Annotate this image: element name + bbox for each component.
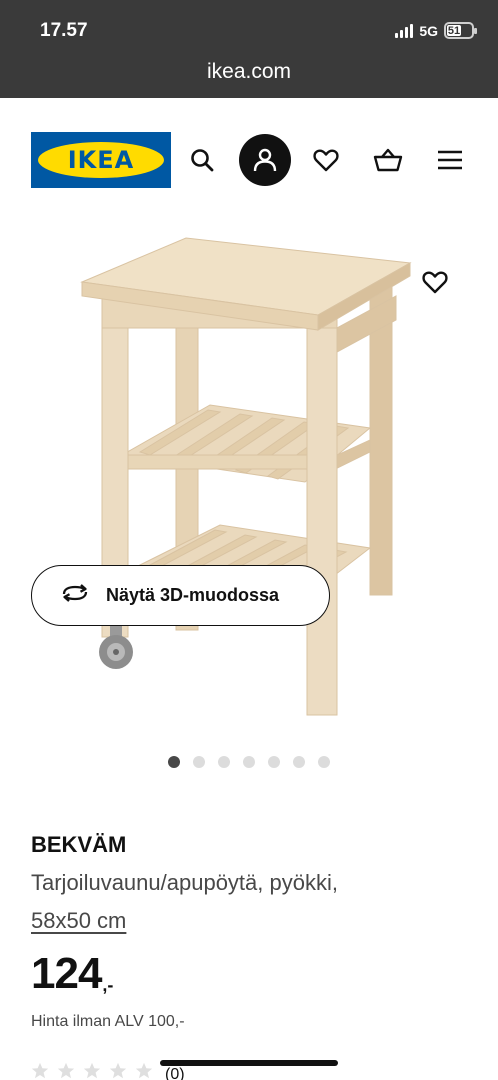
- price-integer: 124: [31, 949, 102, 998]
- star-icon: [57, 1062, 75, 1079]
- price-without-vat: Hinta ilman ALV 100,-: [31, 1013, 185, 1030]
- rotate-3d-icon: [60, 582, 90, 609]
- product-description: Tarjoiluvaunu/apupöytä, pyökki,: [31, 870, 338, 895]
- carousel-dot[interactable]: [243, 756, 255, 768]
- status-bar: 17.57 5G 51 ikea.com: [0, 0, 498, 98]
- product-size-link[interactable]: 58x50 cm: [31, 908, 126, 934]
- star-icon: [31, 1062, 49, 1079]
- carousel-dot[interactable]: [293, 756, 305, 768]
- price-decimal: ,-: [102, 975, 114, 995]
- product-price: 124 ,-: [31, 950, 113, 998]
- status-icons: 5G 51: [395, 22, 477, 39]
- address-bar-url[interactable]: ikea.com: [0, 60, 498, 84]
- battery-icon: 51: [444, 22, 477, 39]
- account-icon[interactable]: [239, 134, 291, 186]
- carousel-dot[interactable]: [168, 756, 180, 768]
- carousel-dot[interactable]: [218, 756, 230, 768]
- star-icon: [83, 1062, 101, 1079]
- carousel-dot[interactable]: [318, 756, 330, 768]
- star-icon: [135, 1062, 153, 1079]
- battery-level: 51: [447, 24, 461, 37]
- image-carousel-indicator: [168, 756, 330, 768]
- home-indicator[interactable]: [160, 1060, 338, 1066]
- ikea-logo[interactable]: IKEA: [31, 132, 171, 188]
- logo-text: IKEA: [67, 146, 135, 174]
- site-header: IKEA: [0, 130, 498, 190]
- status-time: 17.57: [40, 20, 88, 41]
- search-icon[interactable]: [182, 140, 222, 180]
- view-3d-button[interactable]: Näytä 3D-muodossa: [31, 565, 330, 626]
- carousel-dot[interactable]: [268, 756, 280, 768]
- product-name: BEKVÄM: [31, 832, 127, 857]
- view-3d-label: Näytä 3D-muodossa: [106, 585, 280, 605]
- rating-count: (0): [165, 1066, 185, 1080]
- carousel-dot[interactable]: [193, 756, 205, 768]
- save-to-favorites-heart-icon[interactable]: [415, 262, 455, 302]
- shopping-bag-icon[interactable]: [368, 140, 408, 180]
- menu-icon[interactable]: [430, 140, 470, 180]
- network-label: 5G: [419, 22, 438, 39]
- star-icon: [109, 1062, 127, 1079]
- favorites-heart-icon[interactable]: [306, 140, 346, 180]
- signal-icon: [395, 23, 414, 38]
